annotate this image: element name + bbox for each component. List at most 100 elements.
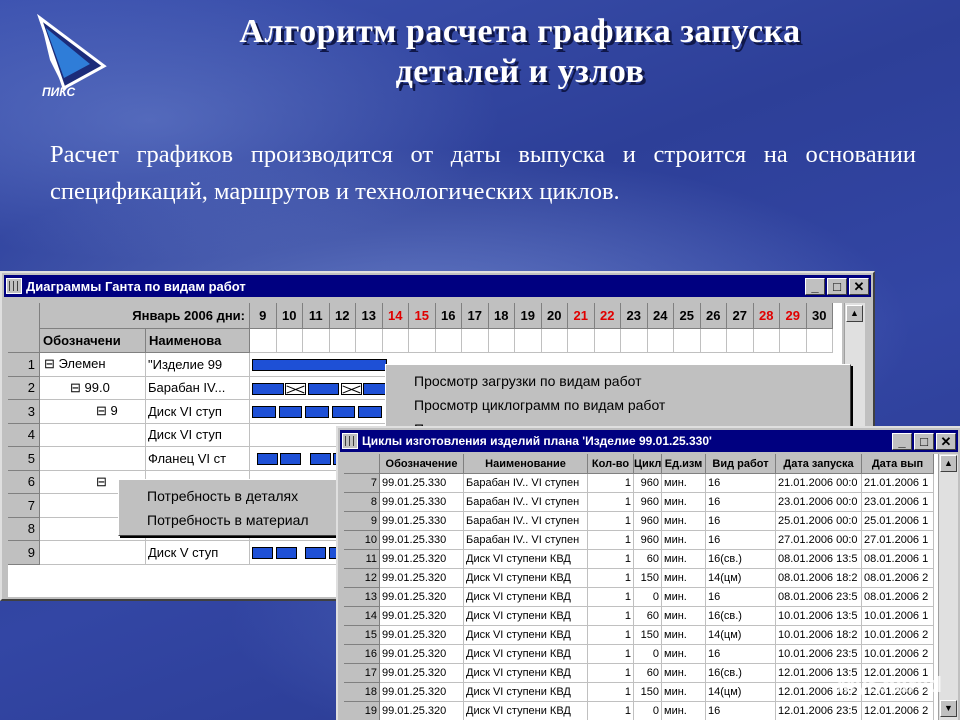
table-cell[interactable]: 150 — [634, 569, 662, 588]
day-header[interactable]: 25 — [674, 303, 701, 329]
table-cell[interactable]: 27.01.2006 1 — [862, 531, 934, 550]
table-cell[interactable]: Диск VI ступени КВД — [464, 645, 588, 664]
table-cell[interactable]: 10.01.2006 2 — [862, 645, 934, 664]
gantt-bar[interactable] — [278, 406, 303, 418]
table-cell[interactable]: 1 — [588, 531, 634, 550]
row-number[interactable]: 4 — [8, 423, 40, 447]
row-designation[interactable]: ⊟ Элемен — [40, 353, 146, 377]
table-cell[interactable]: 99.01.25.330 — [380, 493, 464, 512]
table-cell[interactable]: 1 — [588, 626, 634, 645]
gantt-bar[interactable] — [252, 547, 274, 559]
row-number[interactable]: 18 — [344, 683, 380, 702]
column-header-designation[interactable]: Обозначени — [40, 329, 146, 353]
menu-item-parts-demand[interactable]: Потребность в деталях — [119, 484, 342, 508]
row-name[interactable]: Фланец VI ст — [146, 447, 250, 471]
row-number[interactable]: 7 — [8, 494, 40, 518]
table-cell[interactable]: 1 — [588, 607, 634, 626]
table-cell[interactable]: 23.01.2006 1 — [862, 493, 934, 512]
table-cell[interactable]: мин. — [662, 683, 706, 702]
close-button[interactable]: ✕ — [849, 278, 869, 295]
gantt-bar[interactable] — [358, 406, 382, 418]
table-cell[interactable]: 99.01.25.320 — [380, 664, 464, 683]
row-number[interactable]: 15 — [344, 626, 380, 645]
table-cell[interactable]: 16(св.) — [706, 550, 776, 569]
table-cell[interactable]: 60 — [634, 607, 662, 626]
table-cell[interactable]: 960 — [634, 512, 662, 531]
column-header[interactable]: Наименование — [464, 454, 588, 474]
table-cell[interactable]: Диск VI ступени КВД — [464, 664, 588, 683]
table-cell[interactable]: мин. — [662, 702, 706, 720]
row-number[interactable]: 9 — [344, 512, 380, 531]
row-designation[interactable] — [40, 447, 146, 471]
table-cell[interactable]: Барабан IV.. VI ступен — [464, 493, 588, 512]
table-cell[interactable]: 10.01.2006 2 — [862, 626, 934, 645]
table-cell[interactable]: Диск VI ступени КВД — [464, 588, 588, 607]
scroll-up-button[interactable]: ▲ — [940, 455, 957, 472]
table-cell[interactable]: мин. — [662, 550, 706, 569]
gantt-bar[interactable] — [275, 547, 298, 559]
day-header[interactable]: 17 — [462, 303, 489, 329]
gantt-window-titlebar[interactable]: Диаграммы Ганта по видам работ _ □ ✕ — [4, 275, 871, 297]
table-cell[interactable]: Барабан IV.. VI ступен — [464, 531, 588, 550]
day-header[interactable]: 9 — [250, 303, 277, 329]
table-cell[interactable]: 1 — [588, 550, 634, 569]
table-cell[interactable]: Диск VI ступени КВД — [464, 702, 588, 720]
day-header[interactable]: 28 — [753, 303, 780, 329]
table-cell[interactable]: 25.01.2006 00:0 — [776, 512, 862, 531]
table-cell[interactable]: 99.01.25.330 — [380, 474, 464, 493]
row-designation[interactable]: ⊟ 9 — [40, 400, 146, 424]
row-name[interactable]: Барабан IV... — [146, 376, 250, 400]
table-cell[interactable]: 08.01.2006 23:5 — [776, 588, 862, 607]
row-name[interactable]: "Изделие 99 — [146, 353, 250, 377]
table-cell[interactable]: мин. — [662, 474, 706, 493]
table-cell[interactable]: 16 — [706, 493, 776, 512]
gantt-bar[interactable] — [331, 406, 356, 418]
row-designation[interactable]: ⊟ 99.0 — [40, 376, 146, 400]
table-cell[interactable]: мин. — [662, 531, 706, 550]
row-number[interactable]: 6 — [8, 470, 40, 494]
table-cell[interactable]: мин. — [662, 493, 706, 512]
table-cell[interactable]: Диск VI ступени КВД — [464, 550, 588, 569]
table-cell[interactable]: 0 — [634, 588, 662, 607]
table-cell[interactable]: 21.01.2006 00:0 — [776, 474, 862, 493]
gantt-bar-hatched[interactable] — [285, 382, 307, 395]
row-number[interactable]: 17 — [344, 664, 380, 683]
table-cell[interactable]: 21.01.2006 1 — [862, 474, 934, 493]
menu-item-material-demand[interactable]: Потребность в материал — [119, 508, 342, 532]
table-cell[interactable]: 99.01.25.320 — [380, 550, 464, 569]
gantt-bar[interactable] — [252, 406, 276, 418]
row-designation[interactable] — [40, 541, 146, 565]
gantt-bar[interactable] — [305, 406, 329, 418]
table-cell[interactable]: 1 — [588, 645, 634, 664]
gantt-bar[interactable] — [305, 547, 327, 559]
table-cell[interactable]: 16 — [706, 512, 776, 531]
table-cell[interactable]: 99.01.25.320 — [380, 607, 464, 626]
table-cell[interactable]: 10.01.2006 13:5 — [776, 607, 862, 626]
day-header[interactable]: 26 — [700, 303, 727, 329]
day-header[interactable]: 12 — [329, 303, 356, 329]
day-header[interactable]: 23 — [621, 303, 648, 329]
row-number[interactable]: 19 — [344, 702, 380, 720]
table-cell[interactable]: 14(цм) — [706, 683, 776, 702]
row-number[interactable]: 5 — [8, 447, 40, 471]
row-number[interactable]: 10 — [344, 531, 380, 550]
day-header[interactable]: 10 — [276, 303, 303, 329]
gantt-bar[interactable] — [363, 382, 388, 395]
table-cell[interactable]: 99.01.25.320 — [380, 626, 464, 645]
table-cell[interactable]: 16 — [706, 588, 776, 607]
row-number[interactable]: 12 — [344, 569, 380, 588]
table-cell[interactable]: 960 — [634, 474, 662, 493]
table-cell[interactable]: 1 — [588, 588, 634, 607]
column-header[interactable]: Обозначение — [380, 454, 464, 474]
day-header[interactable]: 29 — [780, 303, 807, 329]
table-cell[interactable]: 960 — [634, 493, 662, 512]
row-number[interactable]: 16 — [344, 645, 380, 664]
scroll-up-button[interactable]: ▲ — [846, 305, 863, 322]
table-cell[interactable]: 99.01.25.320 — [380, 569, 464, 588]
minimize-button[interactable]: _ — [892, 433, 912, 450]
table-cell[interactable]: 1 — [588, 683, 634, 702]
table-cell[interactable]: 99.01.25.320 — [380, 702, 464, 720]
table-cell[interactable]: 16 — [706, 531, 776, 550]
table-cell[interactable]: 23.01.2006 00:0 — [776, 493, 862, 512]
table-cell[interactable]: 14(цм) — [706, 626, 776, 645]
